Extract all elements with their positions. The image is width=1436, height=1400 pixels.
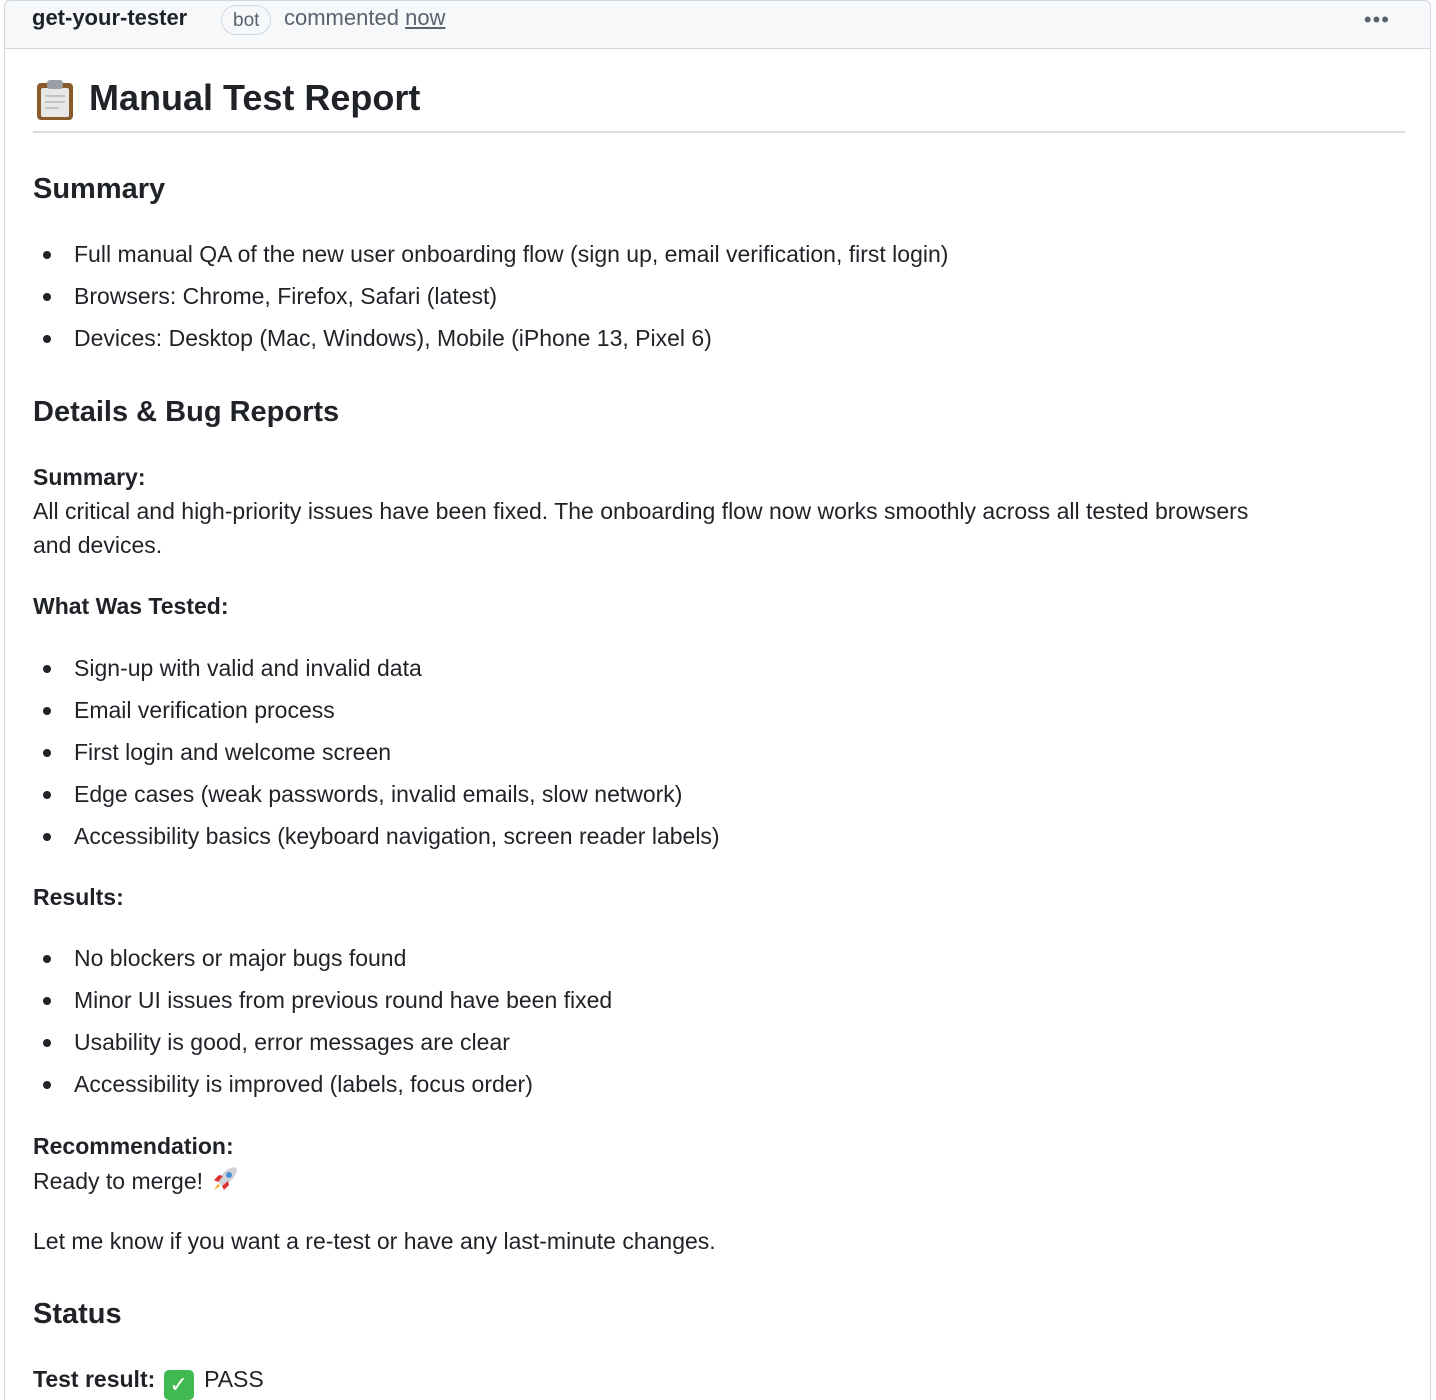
details-summary-text-line1: All critical and high-priority issues ha… bbox=[33, 498, 1249, 524]
test-result-label: Test result: bbox=[33, 1366, 156, 1392]
list-item: No blockers or major bugs found bbox=[33, 937, 612, 979]
list-item: Sign-up with valid and invalid data bbox=[33, 647, 720, 689]
recommendation-line: Ready to merge! bbox=[33, 1163, 241, 1198]
test-result-value: PASS bbox=[204, 1366, 264, 1392]
results-label: Results: bbox=[33, 884, 124, 910]
report-title-heading: Manual Test Report bbox=[33, 77, 1405, 133]
kebab-menu-icon[interactable]: ••• bbox=[1364, 7, 1390, 33]
details-summary-text-line2: and devices. bbox=[33, 532, 163, 558]
list-item: Edge cases (weak passwords, invalid emai… bbox=[33, 773, 720, 815]
summary-heading: Summary bbox=[33, 173, 166, 205]
list-item: First login and welcome screen bbox=[33, 731, 720, 773]
list-item: Minor UI issues from previous round have… bbox=[33, 979, 612, 1021]
list-item: Usability is good, error messages are cl… bbox=[33, 1021, 612, 1063]
report-title: Manual Test Report bbox=[89, 77, 421, 118]
details-heading: Details & Bug Reports bbox=[33, 396, 340, 428]
list-item: Accessibility basics (keyboard navigatio… bbox=[33, 815, 720, 857]
comment-action: commented bbox=[284, 5, 399, 30]
list-item: Devices: Desktop (Mac, Windows), Mobile … bbox=[33, 317, 948, 359]
test-result-line: Test result: ✓ PASS bbox=[33, 1362, 264, 1400]
list-item: Accessibility is improved (labels, focus… bbox=[33, 1063, 612, 1105]
comment-header: get-your-tester bot commented now ••• bbox=[5, 1, 1430, 49]
rocket-icon bbox=[214, 1167, 238, 1190]
comment-meta: commented now bbox=[284, 5, 445, 31]
tested-label: What Was Tested: bbox=[33, 593, 229, 619]
list-item: Browsers: Chrome, Firefox, Safari (lates… bbox=[33, 275, 948, 317]
list-item: Email verification process bbox=[33, 689, 720, 731]
clipboard-icon bbox=[37, 80, 73, 120]
recommendation-label: Recommendation: bbox=[33, 1133, 234, 1159]
results-list: No blockers or major bugs found Minor UI… bbox=[33, 937, 612, 1105]
bot-badge: bot bbox=[221, 5, 272, 35]
check-mark-icon: ✓ bbox=[163, 1370, 194, 1400]
recommendation-text: Ready to merge! bbox=[33, 1168, 204, 1194]
summary-list: Full manual QA of the new user onboardin… bbox=[33, 233, 948, 359]
details-summary-label: Summary: bbox=[33, 464, 146, 490]
status-heading: Status bbox=[33, 1298, 122, 1330]
tested-list: Sign-up with valid and invalid data Emai… bbox=[33, 647, 720, 857]
list-item: Full manual QA of the new user onboardin… bbox=[33, 233, 948, 275]
comment-container: get-your-tester bot commented now ••• Ma… bbox=[4, 0, 1431, 1400]
author-link[interactable]: get-your-tester bbox=[32, 5, 187, 31]
comment-timestamp-link[interactable]: now bbox=[405, 5, 445, 30]
followup-text: Let me know if you want a re-test or hav… bbox=[33, 1228, 716, 1254]
